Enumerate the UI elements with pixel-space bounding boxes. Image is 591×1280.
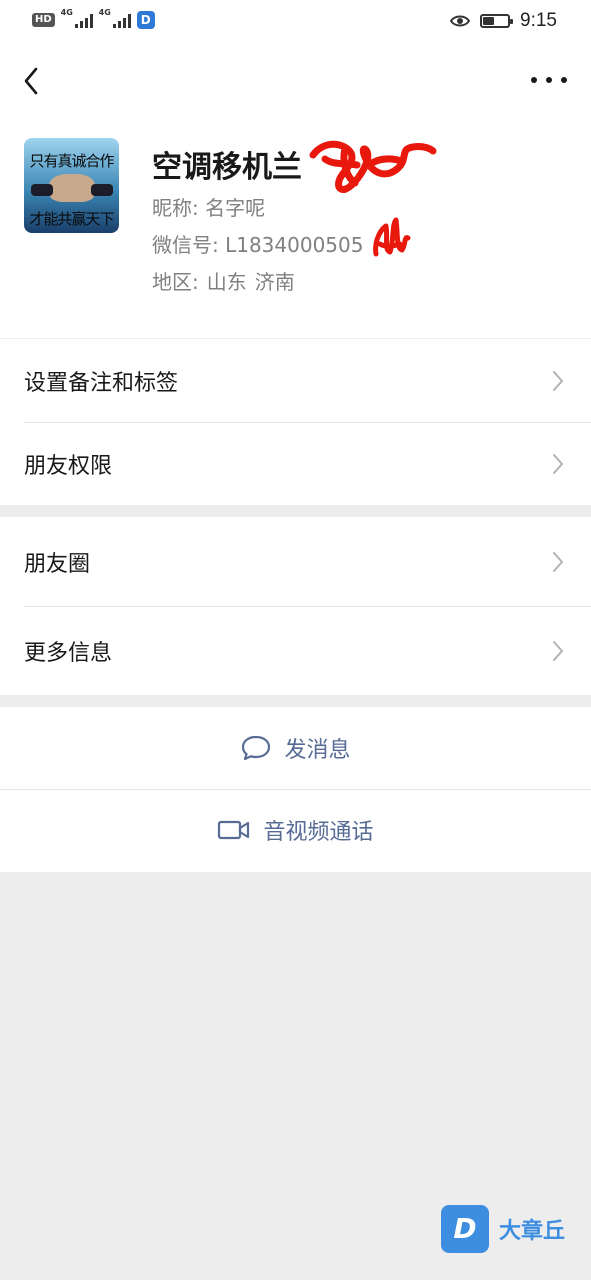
clock: 9:15 [520, 10, 557, 31]
more-dot [561, 77, 567, 83]
more-info-item[interactable]: 更多信息 [0, 606, 591, 695]
action-group: 发消息 音视频通话 [0, 707, 591, 872]
region-province: 山东 [206, 270, 247, 294]
chevron-right-icon [553, 640, 563, 661]
nickname: 昵称: 名字呢 [152, 196, 266, 220]
avatar-caption-bottom: 才能共赢天下 [29, 210, 114, 228]
chat-bubble-icon [242, 735, 271, 761]
av-call-label: 音视频通话 [263, 820, 374, 845]
more-button[interactable] [531, 72, 567, 88]
watermark-logo-icon: D [441, 1205, 489, 1253]
signal-network-label: 4G [98, 8, 111, 17]
contact-name: 空调移机兰 [152, 150, 302, 185]
chevron-right-icon [553, 453, 563, 474]
signal-icon: 4G [61, 8, 93, 28]
wechat-id: 微信号: L1834000505 [152, 233, 364, 257]
battery-icon [480, 14, 514, 28]
av-call-button[interactable]: 音视频通话 [0, 789, 591, 871]
remark-and-tags-item[interactable]: 设置备注和标签 [0, 339, 591, 422]
signal-network-label: 4G [60, 8, 73, 17]
region-city: 济南 [254, 270, 295, 294]
avatar-caption-top: 只有真诚合作 [29, 152, 114, 170]
eye-icon [450, 14, 471, 28]
more-dot [546, 77, 552, 83]
status-right: 9:15 [450, 10, 557, 32]
signal-icon: 4G [99, 8, 131, 28]
status-bar: HD 4G 4G D 9:15 [0, 0, 591, 44]
status-left: HD 4G 4G D [32, 8, 155, 29]
avatar[interactable]: 只有真诚合作 才能共赢天下 [24, 138, 119, 233]
friend-permissions-item[interactable]: 朋友权限 [0, 422, 591, 505]
send-message-button[interactable]: 发消息 [0, 707, 591, 789]
menu-item-label: 朋友圈 [24, 551, 91, 577]
hd-badge: HD [32, 13, 55, 27]
chevron-left-icon [24, 67, 38, 95]
moments-item[interactable]: 朋友圈 [0, 517, 591, 606]
watermark: D 大章丘 [441, 1205, 565, 1253]
menu-item-label: 设置备注和标签 [24, 370, 179, 396]
video-camera-icon [218, 820, 250, 840]
menu-group-moments: 朋友圈 更多信息 [0, 517, 591, 695]
region: 地区: 山东 济南 [152, 266, 295, 295]
more-dots-icon [531, 77, 537, 83]
profile-header: 只有真诚合作 才能共赢天下 空调移机兰 昵称: 名字呢 微信号: L183400… [0, 118, 591, 338]
handshake-image [31, 174, 113, 202]
chevron-right-icon [553, 370, 563, 391]
app-notification-icon: D [136, 11, 155, 29]
menu-group-settings: 设置备注和标签 朋友权限 [0, 339, 591, 505]
chevron-right-icon [553, 551, 563, 572]
region-label: 地区: [152, 270, 199, 294]
send-message-label: 发消息 [284, 738, 351, 763]
menu-item-label: 更多信息 [24, 640, 113, 666]
menu-item-label: 朋友权限 [24, 453, 113, 479]
nav-bar [0, 44, 591, 118]
back-button[interactable] [18, 64, 46, 98]
watermark-text: 大章丘 [499, 1219, 566, 1244]
